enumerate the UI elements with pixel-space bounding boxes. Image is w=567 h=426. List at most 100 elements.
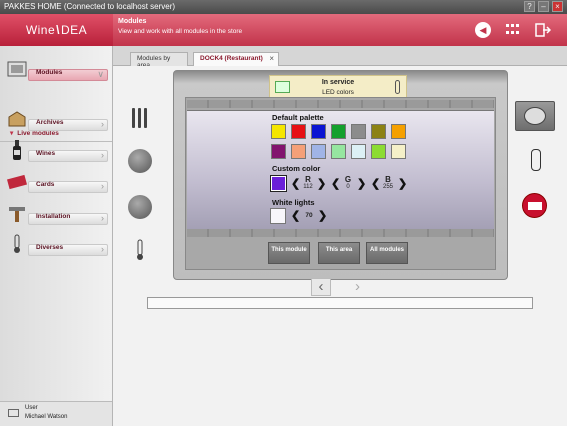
b-increase-arrow[interactable]: ❯ bbox=[398, 177, 407, 190]
status-label: In service bbox=[321, 79, 355, 86]
g-value: 0 bbox=[346, 184, 350, 190]
button-label: This area bbox=[325, 247, 353, 253]
button-label: All modules bbox=[369, 247, 404, 253]
custom-color-swatch[interactable] bbox=[270, 175, 287, 192]
apply-this-module-button[interactable]: This module bbox=[268, 242, 310, 264]
user-card-icon bbox=[8, 409, 19, 417]
tools-icon[interactable] bbox=[128, 195, 152, 219]
chevron-right-icon: › bbox=[101, 213, 104, 223]
sidebar: Modules ∨ ▾ Live modules Archives › Wines… bbox=[0, 46, 113, 426]
previous-module-button[interactable]: ‹ bbox=[311, 278, 331, 296]
window-title: PAKKES HOME (Connected to localhost serv… bbox=[4, 2, 176, 11]
white-value: 70 bbox=[305, 212, 313, 219]
sidebar-item-installation[interactable]: Installation › bbox=[0, 198, 110, 228]
back-icon[interactable]: ◀ bbox=[475, 22, 491, 38]
chevron-right-icon: › bbox=[101, 119, 104, 129]
palette-swatch[interactable] bbox=[331, 124, 346, 139]
r-increase-arrow[interactable]: ❯ bbox=[317, 177, 326, 190]
help-icon[interactable]: ? bbox=[524, 1, 535, 12]
g-decrease-arrow[interactable]: ❮ bbox=[331, 177, 340, 190]
white-decrease-arrow[interactable]: ❮ bbox=[291, 209, 300, 222]
user-name: Michael Watson bbox=[25, 414, 68, 420]
palette-swatch[interactable] bbox=[351, 124, 366, 139]
stop-service-icon[interactable] bbox=[522, 193, 547, 218]
module-status-icon bbox=[275, 81, 290, 93]
b-channel: B 255 bbox=[380, 175, 396, 190]
archives-icon bbox=[7, 109, 27, 129]
bottles-icon[interactable] bbox=[128, 106, 152, 130]
sidebar-item-modules[interactable]: Modules ∨ bbox=[0, 54, 110, 84]
palette-swatch[interactable] bbox=[311, 124, 326, 139]
g-increase-arrow[interactable]: ❯ bbox=[357, 177, 366, 190]
white-increase-arrow[interactable]: ❯ bbox=[318, 209, 327, 222]
chevron-right-icon: › bbox=[101, 244, 104, 254]
page-title: Modules bbox=[118, 18, 147, 25]
palette-swatch[interactable] bbox=[371, 124, 386, 139]
next-module-button[interactable]: › bbox=[355, 278, 360, 295]
info-bar bbox=[147, 297, 533, 309]
white-light-swatch[interactable] bbox=[270, 208, 286, 224]
sidebar-item-label: Archives bbox=[36, 119, 64, 126]
b-label: B bbox=[385, 175, 391, 184]
button-label: This module bbox=[271, 247, 307, 253]
sidebar-item-archives[interactable]: Archives › bbox=[0, 104, 110, 134]
brand-right: DEA bbox=[61, 23, 88, 37]
page-header: Modules View and work with all modules i… bbox=[113, 14, 567, 46]
g-channel: G 0 bbox=[340, 175, 356, 190]
led-palette-button[interactable] bbox=[515, 101, 555, 131]
tab-label: DOCK4 (Restaurant) bbox=[200, 55, 263, 62]
sidebar-item-diverses[interactable]: Diverses › bbox=[0, 229, 110, 259]
grid-view-icon[interactable] bbox=[501, 21, 523, 39]
palette-swatch[interactable] bbox=[331, 144, 346, 159]
palette-swatch[interactable] bbox=[391, 124, 406, 139]
user-label: User bbox=[25, 405, 38, 411]
apply-all-modules-button[interactable]: All modules bbox=[366, 242, 408, 264]
sidebar-item-label: Cards bbox=[36, 181, 55, 188]
custom-color-label: Custom color bbox=[272, 164, 321, 173]
palette-swatch[interactable] bbox=[271, 124, 286, 139]
chevron-down-icon: ∨ bbox=[97, 69, 104, 79]
sidebar-item-label: Modules bbox=[36, 69, 63, 76]
cards-icon bbox=[7, 171, 27, 191]
palette-swatch[interactable] bbox=[311, 144, 326, 159]
wine-bottle-icon bbox=[7, 140, 27, 160]
b-decrease-arrow[interactable]: ❮ bbox=[371, 177, 380, 190]
palette-icon bbox=[524, 107, 546, 125]
palette-swatch[interactable] bbox=[391, 144, 406, 159]
thermometer-side-icon[interactable] bbox=[531, 149, 541, 171]
palette-swatch[interactable] bbox=[291, 144, 306, 159]
rack-rail-bottom bbox=[187, 229, 494, 237]
brand-left: Wine bbox=[25, 23, 56, 37]
installation-icon bbox=[7, 203, 27, 223]
minimize-icon[interactable]: – bbox=[538, 1, 549, 12]
apply-this-area-button[interactable]: This area bbox=[318, 242, 360, 264]
close-tab-icon[interactable]: × bbox=[269, 54, 274, 63]
tab-bar: Modules by area DOCK4 (Restaurant) × bbox=[113, 46, 567, 69]
sidebar-item-label: Diverses bbox=[36, 244, 64, 251]
temperature-gauge-icon[interactable] bbox=[128, 149, 152, 173]
default-palette-label: Default palette bbox=[272, 113, 324, 122]
rack-rail-top bbox=[187, 100, 494, 108]
sidebar-item-label: Installation bbox=[36, 213, 71, 220]
thermometer-icon bbox=[7, 234, 27, 254]
close-icon[interactable]: × bbox=[552, 1, 563, 12]
palette-swatch[interactable] bbox=[351, 144, 366, 159]
thermometer-action-icon[interactable] bbox=[128, 238, 152, 262]
brand-logo: Wine \ DEA bbox=[0, 14, 113, 46]
thermometer-icon bbox=[395, 80, 400, 94]
tab-dock4[interactable]: DOCK4 (Restaurant) × bbox=[193, 52, 279, 66]
palette-swatch[interactable] bbox=[371, 144, 386, 159]
sidebar-item-wines[interactable]: Wines › bbox=[0, 135, 110, 165]
sidebar-item-cards[interactable]: Cards › bbox=[0, 166, 110, 196]
exit-icon[interactable] bbox=[534, 21, 552, 39]
r-label: R bbox=[305, 175, 311, 184]
user-info: User Michael Watson bbox=[0, 401, 112, 426]
status-box: In service LED colors bbox=[269, 75, 407, 98]
palette-swatch[interactable] bbox=[271, 144, 286, 159]
tab-modules-by-area[interactable]: Modules by area bbox=[130, 52, 188, 69]
r-channel: R 112 bbox=[300, 175, 316, 190]
r-decrease-arrow[interactable]: ❮ bbox=[291, 177, 300, 190]
status-mode: LED colors bbox=[322, 89, 354, 96]
sidebar-item-label: Wines bbox=[36, 150, 56, 157]
palette-swatch[interactable] bbox=[291, 124, 306, 139]
